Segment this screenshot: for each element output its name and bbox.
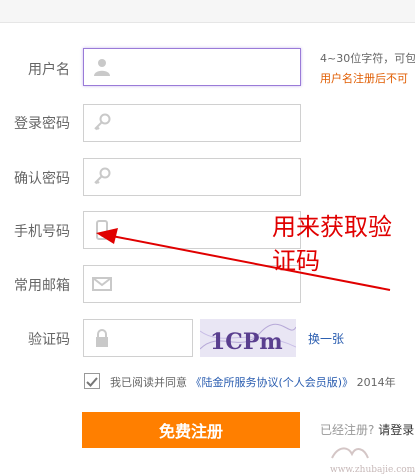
- watermark-logo: [331, 447, 369, 459]
- watermark-url: www.zhubajie.com: [330, 465, 415, 475]
- annotation-text: 用来获取验证码: [272, 213, 392, 275]
- watermark: www.zhubajie.com: [330, 444, 415, 475]
